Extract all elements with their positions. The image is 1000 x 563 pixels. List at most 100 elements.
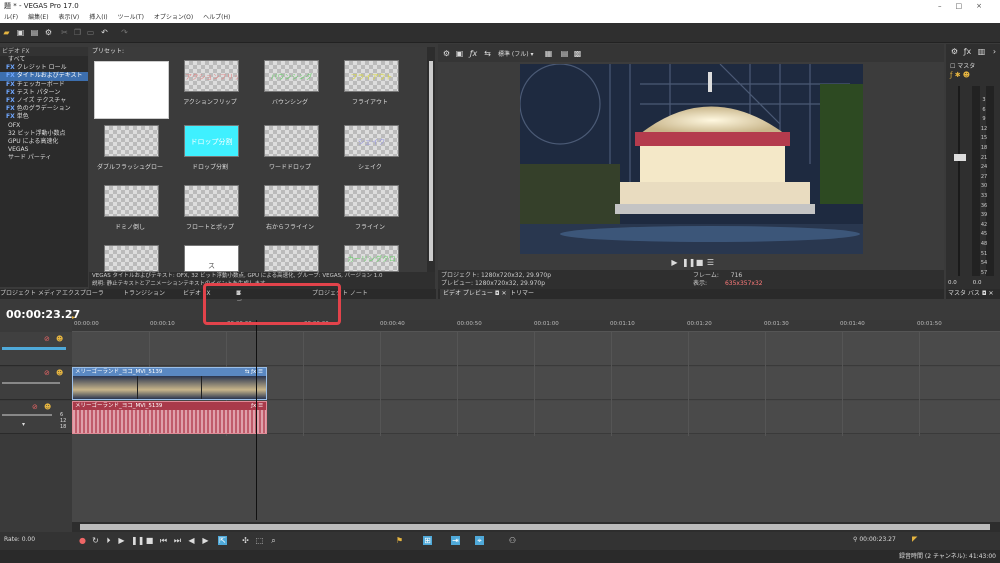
go-to-start-icon[interactable]: ⏮ — [159, 536, 168, 545]
clip-fx-icons[interactable]: ƒx ☰ — [251, 402, 263, 410]
tab-explorer[interactable]: エクスプローラ — [62, 289, 104, 299]
preset-item[interactable] — [250, 242, 330, 272]
mute-icon[interactable]: ⊘ — [44, 369, 50, 377]
presets-scrollbar[interactable] — [427, 47, 435, 272]
open-icon[interactable]: ▰ — [2, 28, 11, 37]
preset-item[interactable]: 右からフライイン — [250, 182, 330, 240]
gear-icon[interactable]: ⚙ — [950, 47, 959, 56]
image-icon[interactable]: ▣ — [455, 49, 464, 58]
ignore-grouping-icon[interactable]: ⚇ — [508, 536, 517, 545]
audio-clip[interactable]: メリーゴーランド_ヨコ_MVI_5139 ƒx ☰ — [72, 401, 267, 434]
render-icon[interactable]: ▤ — [30, 28, 39, 37]
playhead[interactable] — [256, 320, 257, 520]
play-icon[interactable]: ▶ — [670, 258, 679, 267]
pan-icon[interactable]: ▾ — [22, 421, 25, 428]
menu-view[interactable]: 表示(V) — [58, 14, 79, 21]
plugin-item[interactable]: FX ノイズ テクスチャ — [0, 97, 88, 105]
preset-item[interactable]: ダブルフラッシュグロー — [90, 122, 170, 180]
solo-icon[interactable]: ☻ — [56, 369, 63, 377]
next-frame-icon[interactable]: ▶ — [201, 536, 210, 545]
paste-icon[interactable]: ▭ — [86, 28, 95, 37]
window-controls[interactable]: –□× — [938, 0, 996, 12]
scrollbar-thumb[interactable] — [429, 61, 433, 261]
stop-icon[interactable]: ■ — [145, 536, 154, 545]
preset-item[interactable]: ドミノ倒し — [90, 182, 170, 240]
video-clip[interactable]: メリーゴーランド_ヨコ_MVI_5139 ⇆ ƒx ☰ — [72, 367, 267, 400]
mute-icon[interactable]: ⊘ — [44, 335, 50, 343]
preset-item[interactable]: バウンシング バウンシング — [250, 57, 330, 115]
fx-icon[interactable]: ƒx — [963, 47, 972, 56]
menu-tools[interactable]: ツール(T) — [118, 14, 144, 21]
pause-icon[interactable]: ❚❚ — [682, 258, 695, 267]
tab-transitions[interactable]: トランジション — [123, 289, 165, 299]
solo-icon[interactable]: ☻ — [56, 335, 63, 343]
preset-item[interactable] — [89, 57, 169, 119]
level-slider[interactable] — [2, 347, 66, 350]
save-icon[interactable]: ▣ — [16, 28, 25, 37]
scrollbar-thumb[interactable] — [80, 524, 990, 530]
master-fader-handle[interactable] — [954, 154, 966, 161]
timeline-tracks[interactable]: メリーゴーランド_ヨコ_MVI_5139 ⇆ ƒx ☰ メリーゴーランド_ヨコ_M… — [72, 332, 1000, 522]
fx-icon[interactable]: ƒx — [469, 49, 478, 58]
preset-item[interactable]: ス — [170, 242, 250, 272]
prev-frame-icon[interactable]: ◀ — [187, 536, 196, 545]
copy-snapshot-icon[interactable]: ▤ — [560, 49, 569, 58]
text-track-row[interactable] — [72, 332, 1000, 366]
tab-trimmer[interactable]: トリマー — [510, 289, 534, 299]
marker-triangle-icon[interactable]: ◤ — [912, 535, 917, 543]
loop-icon[interactable]: ↻ — [91, 536, 100, 545]
snap-icon[interactable]: ⊞ — [423, 536, 432, 545]
gear-icon[interactable]: ⚙ — [442, 49, 451, 58]
menu-options[interactable]: オプション(O) — [154, 14, 193, 21]
track-header-audio[interactable]: ⊘ ☻ ▾ 6 12 18 — [0, 401, 72, 434]
menu-help[interactable]: ヘルプ(H) — [203, 14, 230, 21]
record-icon[interactable]: ● — [78, 536, 87, 545]
timeline-scrollbar[interactable] — [72, 522, 1000, 532]
solo-icon[interactable]: ☻ — [44, 403, 51, 411]
tab-master-bus[interactable]: マスタ バス — [948, 290, 980, 297]
plugin-item[interactable]: VEGAS — [0, 146, 88, 154]
preset-item[interactable]: ドロップ分割 ドロップ分割 — [170, 122, 250, 180]
plugin-item[interactable]: サード パーティ — [0, 154, 88, 162]
tab-project-media[interactable]: プロジェクト メディア — [0, 289, 62, 299]
preset-item[interactable]: フロートとポップ — [170, 182, 250, 240]
stop-icon[interactable]: ■ — [695, 258, 704, 267]
track-header-video[interactable]: ⊘ ☻ — [0, 367, 72, 400]
preset-item[interactable]: カーリングクロ — [330, 242, 410, 272]
menu-edit[interactable]: 編集(E) — [28, 14, 48, 21]
play-icon[interactable]: ▶ — [117, 536, 126, 545]
selection-tool-icon[interactable]: ⬚ — [255, 536, 264, 545]
preset-item[interactable]: ワードドロップ — [250, 122, 330, 180]
plugin-item[interactable]: FX 単色 — [0, 113, 88, 121]
split-icon[interactable]: ⇆ — [483, 49, 492, 58]
bars-icon[interactable]: ▥ — [977, 47, 986, 56]
save-snapshot-icon[interactable]: ▩ — [573, 49, 582, 58]
plugin-item[interactable]: GPU による高速化 — [0, 138, 88, 146]
tab-video-preview[interactable]: ビデオ プレビュー ◘ ✕ — [440, 289, 510, 299]
go-to-end-icon[interactable]: ⏭ — [173, 536, 182, 545]
chevron-icon[interactable]: › — [990, 47, 999, 56]
copy-icon[interactable]: ❐ — [73, 28, 82, 37]
track-header-text[interactable]: ⊘ ☻ — [0, 332, 72, 366]
plugin-item[interactable]: すべて — [0, 56, 88, 64]
level-slider[interactable] — [2, 382, 60, 384]
envelope-tool-icon[interactable]: ✣ — [241, 536, 250, 545]
plugin-item-selected[interactable]: FX タイトルおよびテキスト — [0, 72, 88, 81]
mute-icon[interactable]: ⊘ — [32, 403, 38, 411]
cut-icon[interactable]: ✂ — [60, 28, 69, 37]
preset-item[interactable]: アクションフリップアクションフリップ — [170, 57, 250, 115]
plugin-item[interactable]: OFX — [0, 122, 88, 130]
clip-fx-icons[interactable]: ⇆ ƒx ☰ — [245, 368, 263, 376]
redo-icon[interactable]: ↷ — [120, 28, 129, 37]
menu-insert[interactable]: 挿入(I) — [89, 14, 107, 21]
preview-quality-dropdown[interactable]: 標準 (フル) ▾ — [498, 49, 534, 58]
preset-item[interactable]: フライイン — [330, 182, 410, 240]
edit-tool-icon[interactable]: ⇱ — [218, 536, 227, 545]
properties-icon[interactable]: ⚙ — [44, 28, 53, 37]
play-from-start-icon[interactable]: ⏵ — [104, 536, 113, 545]
zoom-tool-icon[interactable]: ⌕ — [269, 536, 278, 545]
marker-icon[interactable]: ⚑ — [395, 536, 404, 545]
pause-icon[interactable]: ❚❚ — [131, 536, 144, 545]
auto-ripple-icon[interactable]: ⇥ — [451, 536, 460, 545]
undo-icon[interactable]: ↶ — [100, 28, 109, 37]
